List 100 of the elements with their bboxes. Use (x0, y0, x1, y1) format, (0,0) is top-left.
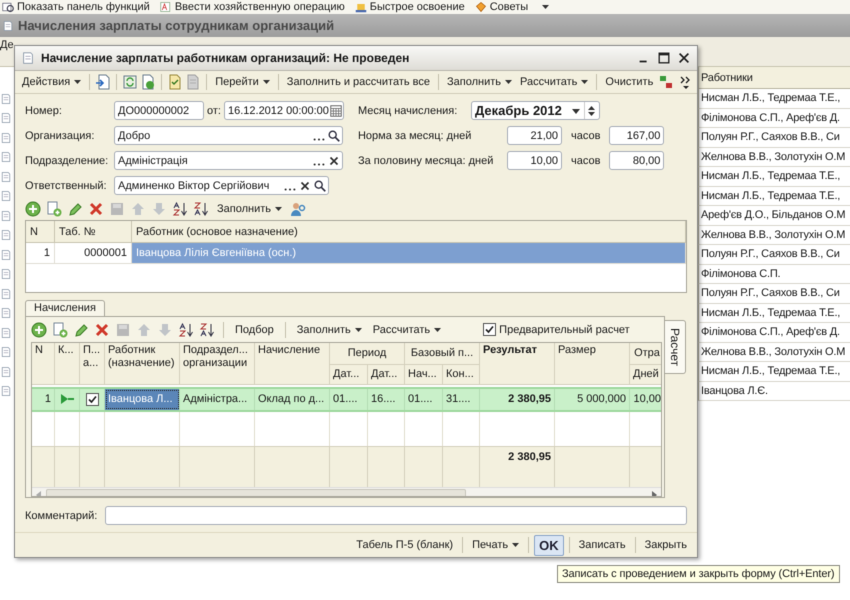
actions-menu[interactable]: Де (0, 39, 14, 51)
caret-icon (434, 328, 442, 332)
form-button[interactable]: Табель П-5 (бланк) (352, 537, 458, 553)
sort-descending-icon[interactable] (199, 322, 215, 338)
pick-button[interactable]: Подбор (232, 322, 277, 338)
column-header[interactable]: Период (330, 342, 405, 365)
actions-menu[interactable]: Действия (19, 74, 84, 90)
field-label: Организация: (25, 130, 96, 142)
add-icon[interactable] (31, 322, 47, 338)
side-tab[interactable]: Расчет (665, 320, 686, 374)
caret-icon (505, 80, 512, 84)
document-icon (2, 20, 14, 32)
add-icon[interactable] (25, 201, 41, 217)
window-title: Начисления зарплаты сотрудникам организаций (18, 18, 334, 33)
go-menu[interactable]: Перейти (212, 74, 273, 90)
fill-menu[interactable]: Заполнить (214, 201, 286, 217)
column-header[interactable]: Дней (630, 364, 661, 385)
tab[interactable]: Начисления (25, 300, 105, 316)
document-icon[interactable] (160, 1, 172, 13)
close-icon[interactable] (677, 51, 691, 65)
toolbar-link[interactable]: Быстрое освоение (370, 1, 465, 13)
checkbox[interactable] (86, 392, 98, 406)
delete-icon[interactable] (94, 322, 110, 338)
days-field[interactable]: 10,00 (506, 151, 562, 170)
search-icon[interactable] (313, 178, 327, 192)
comment-field[interactable] (105, 506, 687, 525)
document-icon (21, 51, 35, 65)
print-menu[interactable]: Печать (468, 537, 524, 553)
fill-calculate-button[interactable]: Заполнить и рассчитать все (284, 74, 433, 90)
form-button[interactable]: Закрыть (640, 537, 691, 553)
column-header[interactable]: Дат... (368, 364, 405, 385)
column-header[interactable]: Нач... (405, 364, 443, 385)
toolbar-link[interactable]: Советы (490, 1, 528, 13)
department-field[interactable]: Адміністрація (114, 151, 343, 170)
hours-field[interactable]: 80,00 (609, 151, 664, 170)
sort-ascending-icon[interactable] (172, 201, 188, 217)
column-header[interactable]: Таб. № (55, 221, 132, 242)
number-field[interactable]: ДО000000002 (114, 101, 204, 120)
checkbox-label[interactable]: Предварительный расчет (499, 324, 630, 336)
caret-icon (262, 80, 270, 84)
copy-icon[interactable] (52, 322, 68, 338)
calculate-menu[interactable]: Рассчитать (370, 322, 444, 338)
caret-icon (354, 328, 362, 332)
sort-ascending-icon[interactable] (178, 322, 194, 338)
column-header[interactable]: N (26, 221, 55, 242)
form-button[interactable]: Записать (574, 537, 630, 553)
field-label: Комментарий: (25, 510, 98, 522)
copy-icon[interactable] (46, 201, 62, 217)
column-header[interactable]: N (32, 342, 55, 385)
calculate-menu[interactable]: Рассчитать (517, 74, 592, 90)
maximize-icon[interactable] (657, 51, 671, 65)
column-header[interactable]: Размер (555, 342, 630, 385)
toolbar-link[interactable]: Показать панель функций (17, 1, 150, 13)
edit-icon[interactable] (73, 322, 89, 338)
hours-field[interactable]: 167,00 (609, 126, 664, 145)
edit-icon[interactable] (67, 201, 83, 217)
caret-icon (581, 80, 588, 84)
document-arrow-icon[interactable] (95, 74, 112, 90)
column-header[interactable]: П... а... (80, 342, 105, 385)
column-header[interactable]: Базовый п... (405, 342, 480, 365)
post-document-icon[interactable] (167, 74, 184, 90)
caret-icon (512, 543, 520, 547)
caret-icon (542, 5, 550, 9)
table-cell: 16.... (368, 388, 405, 410)
field-label: часов (570, 130, 600, 142)
field-label: Номер: (25, 104, 63, 116)
search-icon[interactable] (327, 128, 341, 142)
sort-descending-icon[interactable] (193, 201, 209, 217)
people-icon[interactable] (290, 201, 306, 217)
column-header[interactable]: Результат (480, 342, 555, 385)
caret-icon (275, 207, 282, 211)
fill-menu[interactable]: Заполнить (444, 74, 516, 90)
fill-menu[interactable]: Заполнить (294, 322, 365, 338)
organization-field[interactable]: Добро (114, 126, 343, 145)
column-header[interactable]: Работник (назначение) (105, 342, 180, 385)
column-header[interactable]: Начисление (255, 342, 330, 385)
month-field[interactable]: Декабрь 2012 (470, 101, 600, 120)
column-header[interactable]: Работник (основое назначение) (132, 221, 686, 242)
checkbox[interactable] (483, 323, 496, 336)
clear-button[interactable]: Очистить (602, 74, 656, 90)
column-header[interactable]: Кон... (443, 364, 480, 385)
table-cell[interactable]: Іванцова Л... (105, 388, 180, 410)
column-header[interactable]: Отра (630, 342, 661, 365)
ok-button[interactable]: OK (534, 534, 564, 556)
field-label: часов (570, 154, 600, 166)
table-cell: Адміністра... (180, 388, 255, 410)
responsible-field[interactable]: Админенко Віктор Сергійович (114, 176, 329, 195)
date-field[interactable]: 16.12.2012 00:00:00 (224, 101, 344, 120)
column-header[interactable]: К... (55, 342, 80, 385)
calendar-icon[interactable] (328, 104, 343, 118)
toolbar-link[interactable]: Ввести хозяйственную операцию (174, 1, 345, 13)
delete-icon[interactable] (88, 201, 104, 217)
column-header[interactable]: Подраздел... организации (180, 342, 255, 385)
table-cell: 1 (26, 243, 55, 263)
panel-icon[interactable] (2, 1, 14, 13)
tooltip: Записать с проведением и закрыть форму (Ctrl+Enter) (557, 565, 840, 583)
column-header[interactable]: Дат... (330, 364, 368, 385)
field-label: от: (207, 104, 221, 116)
column-header[interactable]: Работники (698, 67, 850, 89)
days-field[interactable]: 21,00 (506, 126, 562, 145)
